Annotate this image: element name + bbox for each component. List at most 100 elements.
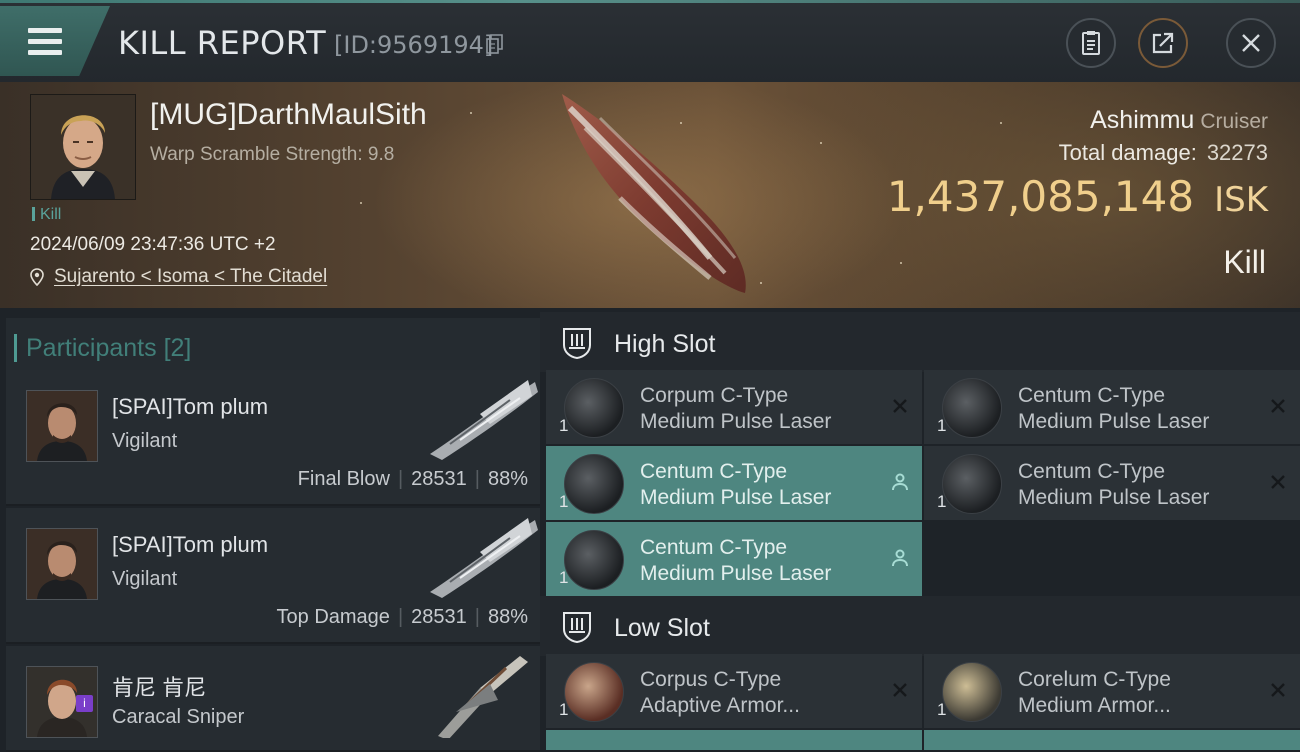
victim-portrait[interactable] — [30, 94, 136, 200]
participants-header: Participants [2] — [6, 318, 540, 374]
victim-ship-image[interactable] — [540, 88, 780, 303]
participant-row[interactable]: [SPAI]Tom plum Vigilant Final Blow | 28531… — [6, 370, 540, 506]
participant-role: Final Blow — [297, 468, 390, 490]
module-item[interactable]: 1 Centum C-Type Medium Pulse Laser — [546, 522, 922, 596]
participant-name[interactable]: 肯尼 肯尼 — [112, 670, 206, 702]
participant-stats: Top Damage | 28531 | 88% — [276, 606, 528, 628]
module-item[interactable]: 1 Corpum C-Type Medium Pulse Laser — [546, 370, 922, 444]
module-quantity: 1 — [559, 492, 569, 511]
dropped-person-icon — [892, 473, 908, 491]
isk-unit: ISK — [1214, 180, 1268, 220]
participant-ship-image[interactable] — [420, 512, 540, 602]
module-name: Corpus C-Type — [640, 668, 782, 691]
corp-badge-icon: i — [76, 695, 93, 712]
module-name: Corpum C-Type — [640, 384, 789, 407]
participant-ship: Vigilant — [112, 430, 178, 452]
module-quantity: 1 — [559, 700, 569, 719]
high-slot-label: High Slot — [614, 330, 716, 358]
menu-button[interactable] — [0, 6, 110, 76]
module-quantity: 1 — [937, 700, 947, 719]
destroyed-icon — [893, 683, 907, 697]
kill-result: Kill — [1223, 244, 1266, 280]
pulse-laser-icon — [942, 454, 1002, 514]
module-item[interactable] — [924, 730, 1300, 750]
participant-ship: Caracal Sniper — [112, 706, 245, 728]
top-bar: KILL REPORT [ID:9569194] — [0, 0, 1300, 82]
module-type: Medium Pulse Laser — [640, 486, 832, 509]
pulse-laser-icon — [564, 378, 624, 438]
module-type: Medium Pulse Laser — [1018, 410, 1210, 433]
dropped-person-icon — [892, 549, 908, 567]
destroyed-icon — [1271, 683, 1285, 697]
low-slot-header: Low Slot — [540, 596, 1300, 656]
participant-ship-image[interactable] — [420, 374, 540, 464]
module-item[interactable] — [546, 730, 922, 750]
warp-scramble-strength: Warp Scramble Strength: 9.8 — [150, 144, 395, 165]
fitting-panel: High Slot 1 Corpum C-Type Medium Pulse L… — [540, 308, 1300, 750]
victim-ship[interactable]: Ashimmu Cruiser — [1090, 106, 1268, 135]
module-item[interactable]: 1 Centum C-Type Medium Pulse Laser — [924, 446, 1300, 520]
module-item[interactable]: 1 Corelum C-Type Medium Armor... — [924, 654, 1300, 728]
pulse-laser-icon — [564, 530, 624, 590]
module-name: Centum C-Type — [1018, 384, 1166, 407]
module-quantity: 1 — [559, 568, 569, 587]
module-name: Corelum C-Type — [1018, 668, 1171, 691]
page-title: KILL REPORT — [118, 24, 327, 62]
share-button[interactable] — [1138, 18, 1188, 68]
kill-tag: Kill — [32, 206, 61, 224]
copy-icon[interactable] — [486, 34, 504, 54]
module-type: Medium Pulse Laser — [640, 410, 832, 433]
module-type: Medium Pulse Laser — [640, 562, 832, 585]
destroyed-icon — [893, 399, 907, 413]
kill-datetime: 2024/06/09 23:47:36 UTC +2 — [30, 234, 276, 255]
module-type: Medium Armor... — [1018, 694, 1171, 717]
pulse-laser-icon — [942, 378, 1002, 438]
module-name: Centum C-Type — [1018, 460, 1166, 483]
ship-class: Cruiser — [1200, 110, 1268, 133]
participant-avatar[interactable] — [26, 390, 98, 462]
isk-amount: 1,437,085,148 — [886, 172, 1195, 221]
total-damage-value: 32273 — [1206, 140, 1268, 165]
module-quantity: 1 — [559, 416, 569, 435]
report-id: [ID:9569194] — [334, 31, 494, 59]
total-damage-label: Total damage: — [1058, 140, 1197, 165]
clipboard-icon — [1082, 31, 1100, 55]
participant-avatar[interactable] — [26, 528, 98, 600]
close-icon — [1242, 34, 1260, 52]
participant-ship: Vigilant — [112, 568, 178, 590]
total-damage: Total damage: 32273 — [1059, 140, 1268, 166]
kill-location[interactable]: Sujarento < Isoma < The Citadel — [30, 266, 327, 288]
module-item[interactable]: 1 Centum C-Type Medium Pulse Laser — [924, 370, 1300, 444]
kill-summary: [MUG]DarthMaulSith Warp Scramble Strengt… — [0, 82, 1300, 308]
module-type: Medium Pulse Laser — [1018, 486, 1210, 509]
low-slot-icon — [563, 612, 591, 644]
module-quantity: 1 — [937, 416, 947, 435]
module-item[interactable]: 1 Centum C-Type Medium Pulse Laser — [546, 446, 922, 520]
module-quantity: 1 — [937, 492, 947, 511]
module-name: Centum C-Type — [640, 460, 788, 483]
low-slot-label: Low Slot — [614, 614, 710, 642]
participant-name[interactable]: [SPAI]Tom plum — [112, 394, 268, 420]
participant-row[interactable]: i 肯尼 肯尼 Caracal Sniper — [6, 646, 540, 752]
destroyed-icon — [1271, 399, 1285, 413]
high-slot-icon — [563, 328, 591, 360]
participant-ship-image[interactable] — [420, 648, 540, 738]
location-link[interactable]: Sujarento < Isoma < The Citadel — [54, 266, 327, 288]
participant-percent: 88% — [487, 606, 528, 628]
location-pin-icon — [30, 268, 44, 286]
destroyed-icon — [1271, 475, 1285, 489]
participant-percent: 88% — [487, 468, 528, 490]
close-button[interactable] — [1226, 18, 1276, 68]
menu-icon — [28, 28, 62, 61]
participant-row[interactable]: [SPAI]Tom plum Vigilant Top Damage | 28531… — [6, 508, 540, 644]
module-name: Centum C-Type — [640, 536, 788, 559]
participants-panel: Participants [2] [SPAI]Tom plum Vigilant… — [0, 308, 540, 752]
module-item[interactable]: 1 Corpus C-Type Adaptive Armor... — [546, 654, 922, 728]
participant-name[interactable]: [SPAI]Tom plum — [112, 532, 268, 558]
participants-count: [2] — [163, 334, 192, 362]
isk-value: 1,437,085,148 ISK — [887, 172, 1268, 221]
ship-name: Ashimmu — [1090, 106, 1195, 134]
victim-name[interactable]: [MUG]DarthMaulSith — [150, 98, 427, 132]
participant-damage: 28531 — [411, 606, 467, 628]
clipboard-button[interactable] — [1066, 18, 1116, 68]
